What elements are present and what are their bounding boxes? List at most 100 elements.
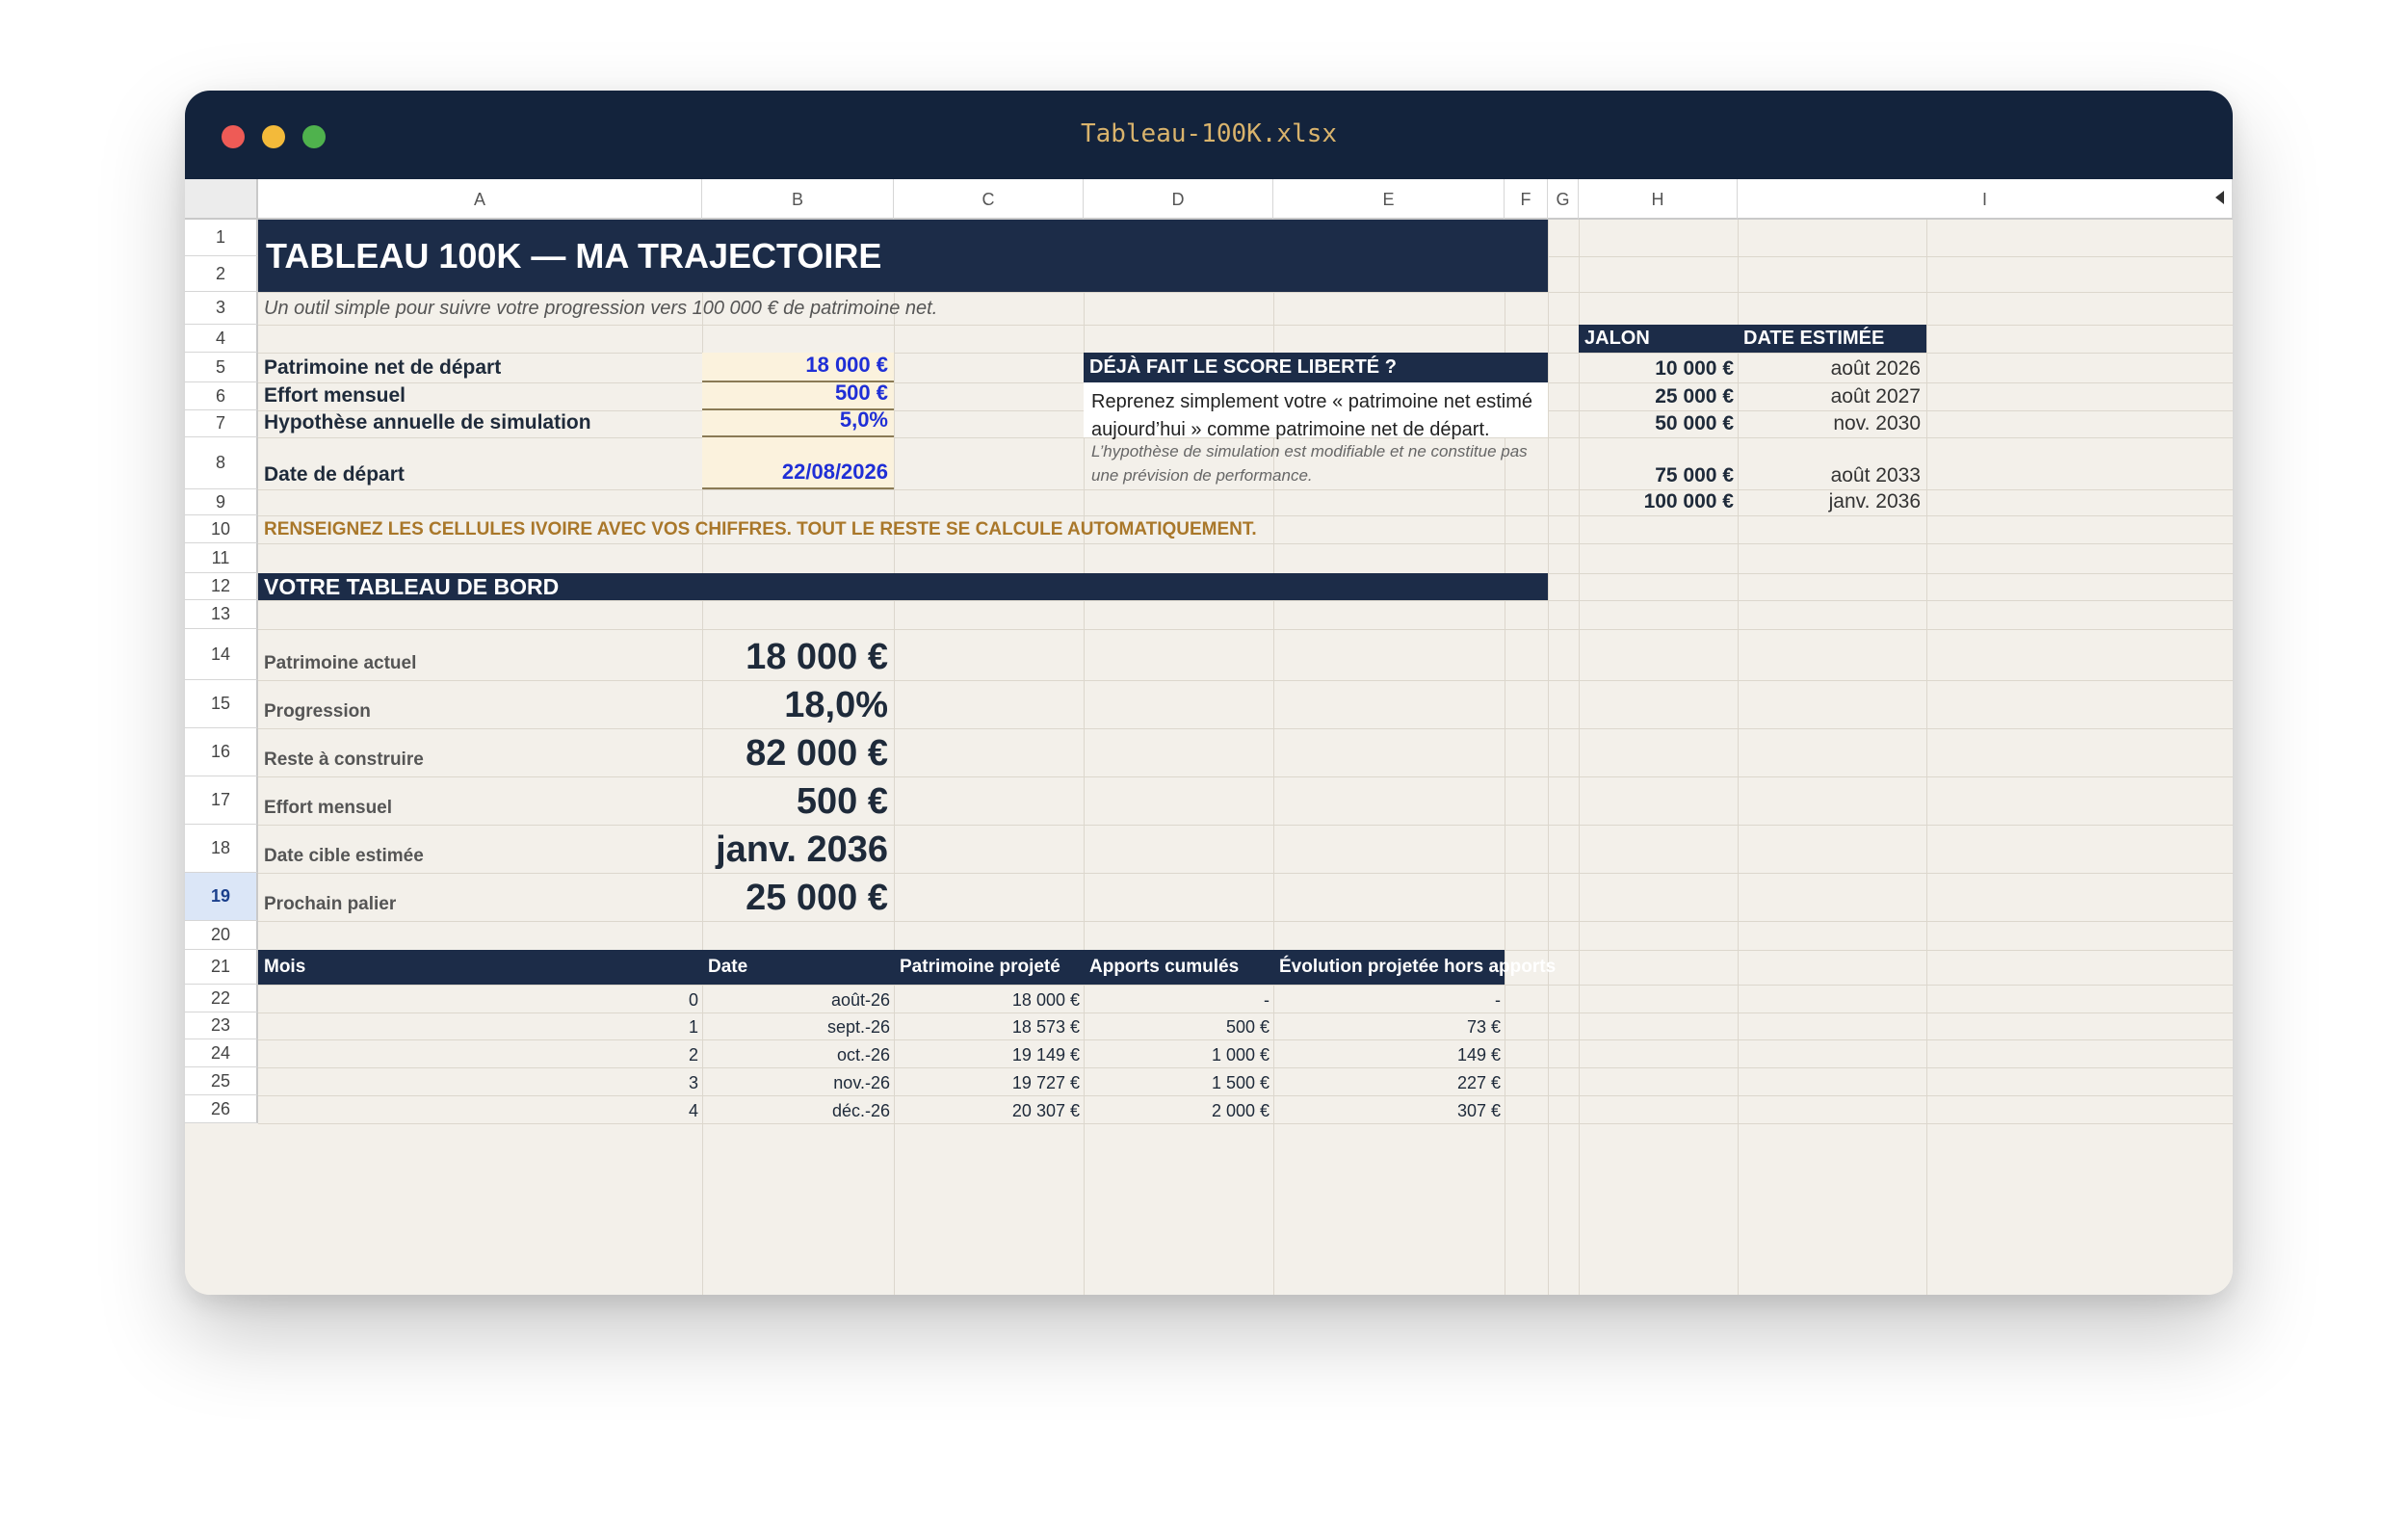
projection-cell[interactable]: 18 000 €	[894, 985, 1084, 1012]
row-header-19[interactable]: 19	[185, 873, 258, 921]
milestone-amount[interactable]: 75 000 €	[1579, 437, 1738, 489]
column-header-e[interactable]: E	[1273, 179, 1505, 220]
row-header-17[interactable]: 17	[185, 776, 258, 825]
projection-cell[interactable]: nov.-26	[702, 1067, 894, 1095]
column-header-f[interactable]: F	[1505, 179, 1548, 220]
input-label: Effort mensuel	[264, 384, 406, 407]
projection-cell[interactable]: août-26	[702, 985, 894, 1012]
milestone-amount[interactable]: 10 000 €	[1579, 353, 1738, 382]
projection-cell[interactable]: 1 500 €	[1084, 1067, 1273, 1095]
row-header-8[interactable]: 8	[185, 437, 258, 489]
row-header-26[interactable]: 26	[185, 1095, 258, 1123]
projection-cell[interactable]: -	[1084, 985, 1273, 1012]
row-header-13[interactable]: 13	[185, 600, 258, 629]
projection-cell[interactable]: 149 €	[1273, 1039, 1505, 1067]
row-header-2[interactable]: 2	[185, 256, 258, 292]
projection-cell[interactable]: déc.-26	[702, 1095, 894, 1123]
milestone-date[interactable]: août 2027	[1738, 382, 1926, 410]
projection-header: Apports cumulés	[1084, 950, 1273, 985]
row-header-14[interactable]: 14	[185, 629, 258, 680]
column-header-i[interactable]: I	[1738, 179, 2233, 220]
row-header-10[interactable]: 10	[185, 515, 258, 543]
row-header-11[interactable]: 11	[185, 543, 258, 573]
milestone-date[interactable]: août 2026	[1738, 353, 1926, 382]
row-header-23[interactable]: 23	[185, 1012, 258, 1039]
projection-cell[interactable]: 19 727 €	[894, 1067, 1084, 1095]
row-header-16[interactable]: 16	[185, 728, 258, 776]
row-header-15[interactable]: 15	[185, 680, 258, 728]
row-header-18[interactable]: 18	[185, 825, 258, 873]
row-header-5[interactable]: 5	[185, 353, 258, 382]
projection-cell[interactable]: 2 000 €	[1084, 1095, 1273, 1123]
row-header-3[interactable]: 3	[185, 292, 258, 325]
milestone-date[interactable]: nov. 2030	[1738, 410, 1926, 437]
projection-cell[interactable]: 20 307 €	[894, 1095, 1084, 1123]
row-header-4[interactable]: 4	[185, 325, 258, 353]
info-box-body: Reprenez simplement votre « patrimoine n…	[1084, 382, 1548, 440]
row-header-6[interactable]: 6	[185, 382, 258, 410]
info-box-heading: DÉJÀ FAIT LE SCORE LIBERTÉ ?	[1084, 353, 1548, 382]
projection-cell[interactable]: -	[1273, 985, 1505, 1012]
kpi-label: Progression	[264, 701, 371, 722]
column-header-b[interactable]: B	[702, 179, 894, 220]
title-bar: Tableau-100K.xlsx	[185, 91, 2233, 179]
milestone-date[interactable]: janv. 2036	[1738, 489, 1926, 515]
window-title: Tableau-100K.xlsx	[1080, 119, 1338, 148]
projection-cell[interactable]: 73 €	[1273, 1012, 1505, 1039]
grid-row-line	[258, 600, 2233, 601]
row-header-21[interactable]: 21	[185, 950, 258, 985]
projection-cell[interactable]: 1 000 €	[1084, 1039, 1273, 1067]
input-cell-1[interactable]: 18 000 €	[702, 353, 894, 382]
milestone-date[interactable]: août 2033	[1738, 437, 1926, 489]
sheet-subtitle: Un outil simple pour suivre votre progre…	[264, 297, 938, 319]
row-header-7[interactable]: 7	[185, 410, 258, 437]
kpi-label: Prochain palier	[264, 894, 397, 914]
projection-header: Patrimoine projeté	[894, 950, 1084, 985]
row-header-1[interactable]: 1	[185, 220, 258, 256]
projection-cell[interactable]: 500 €	[1084, 1012, 1273, 1039]
projection-cell[interactable]: sept.-26	[702, 1012, 894, 1039]
projection-cell[interactable]: 307 €	[1273, 1095, 1505, 1123]
input-label: Hypothèse annuelle de simulation	[264, 411, 591, 434]
projection-cell[interactable]: 0	[258, 985, 702, 1012]
column-header-a[interactable]: A	[258, 179, 702, 220]
kpi-value: 500 €	[796, 781, 888, 822]
row-header-9[interactable]: 9	[185, 489, 258, 515]
projection-cell[interactable]: 2	[258, 1039, 702, 1067]
milestone-amount[interactable]: 25 000 €	[1579, 382, 1738, 410]
grid-col-line	[1548, 220, 1549, 1295]
row-header-24[interactable]: 24	[185, 1039, 258, 1067]
row-header-20[interactable]: 20	[185, 921, 258, 950]
row-header-12[interactable]: 12	[185, 573, 258, 600]
milestone-header: JALON	[1579, 325, 1738, 353]
instruction-note: RENSEIGNEZ LES CELLULES IVOIRE AVEC VOS …	[264, 518, 1257, 539]
input-cell-4[interactable]: 22/08/2026	[702, 437, 894, 489]
row-header-22[interactable]: 22	[185, 985, 258, 1012]
projection-header: Mois	[258, 950, 702, 985]
select-all-corner[interactable]	[185, 179, 258, 220]
projection-cell[interactable]: 227 €	[1273, 1067, 1505, 1095]
kpi-value: 82 000 €	[746, 733, 888, 774]
input-cell-3[interactable]: 5,0%	[702, 408, 894, 437]
grid-row-line	[258, 921, 2233, 922]
dashboard-heading: VOTRE TABLEAU DE BORD	[258, 573, 1548, 600]
milestone-amount[interactable]: 50 000 €	[1579, 410, 1738, 437]
scroll-left-arrow-icon[interactable]	[2215, 191, 2224, 204]
column-header-d[interactable]: D	[1084, 179, 1273, 220]
sheet-title: TABLEAU 100K — MA TRAJECTOIRE	[258, 220, 1548, 292]
projection-cell[interactable]: 19 149 €	[894, 1039, 1084, 1067]
projection-cell[interactable]: 1	[258, 1012, 702, 1039]
milestone-amount[interactable]: 100 000 €	[1579, 489, 1738, 515]
row-header-25[interactable]: 25	[185, 1067, 258, 1095]
projection-cell[interactable]: 4	[258, 1095, 702, 1123]
grid-row-line	[258, 543, 2233, 544]
projection-cell[interactable]: 3	[258, 1067, 702, 1095]
projection-cell[interactable]: 18 573 €	[894, 1012, 1084, 1039]
input-label: Patrimoine net de départ	[264, 356, 502, 379]
projection-cell[interactable]: oct.-26	[702, 1039, 894, 1067]
column-header-h[interactable]: H	[1579, 179, 1738, 220]
column-header-g[interactable]: G	[1548, 179, 1579, 220]
column-header-c[interactable]: C	[894, 179, 1084, 220]
input-cell-2[interactable]: 500 €	[702, 381, 894, 410]
milestone-header: DATE ESTIMÉE	[1738, 325, 1926, 353]
